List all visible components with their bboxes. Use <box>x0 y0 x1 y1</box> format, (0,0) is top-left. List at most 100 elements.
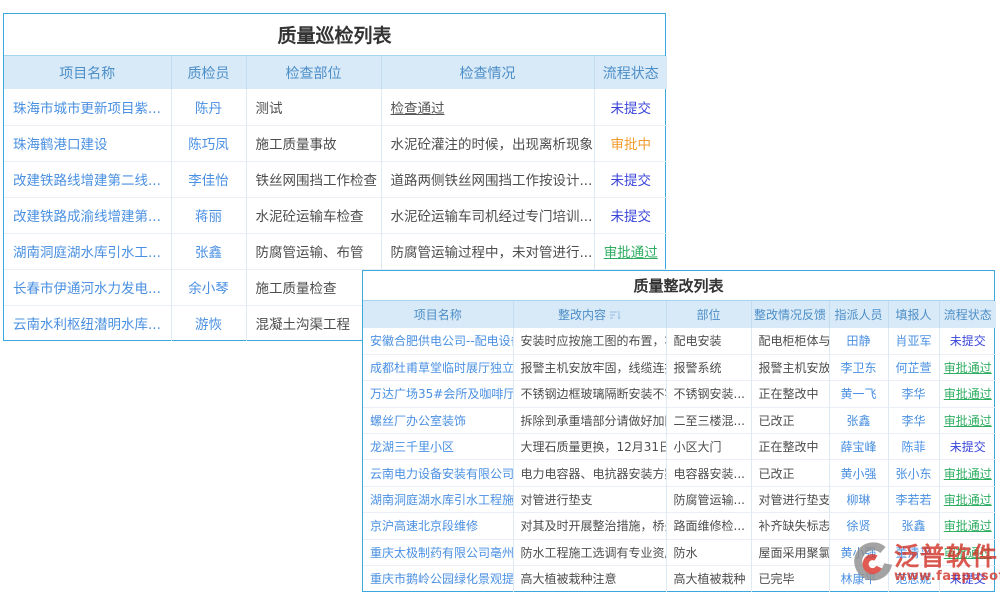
inspector-link[interactable]: 陈丹 <box>171 89 246 125</box>
col-header-project: 项目名称 <box>363 301 513 328</box>
reporter-link[interactable]: 李华 <box>888 381 939 407</box>
project-name-link[interactable]: 京沪高速北京段维修 <box>363 513 513 539</box>
reporter-link[interactable]: 董清平 <box>888 539 939 565</box>
rectify-feedback: 已完毕 <box>751 566 829 592</box>
reporter-link[interactable]: 李华 <box>888 407 939 433</box>
rectify-content: 不锈钢边框玻璃隔断安装不牢... <box>513 381 666 407</box>
rectify-feedback: 屋面采用聚氯... <box>751 539 829 565</box>
table-row: 重庆太极制药有限公司亳州中... 防水工程施工选调有专业资质... 防水 屋面采… <box>363 539 996 565</box>
rectify-content: 拆除到承重墙部分请做好加固... <box>513 407 666 433</box>
project-name-link[interactable]: 长春市伊通河水力发电... <box>4 269 171 305</box>
rectify-feedback: 已改正 <box>751 407 829 433</box>
status-badge[interactable]: 审批中 <box>594 125 667 161</box>
col-header-inspector: 质检员 <box>171 56 246 89</box>
rectify-part: 防水 <box>666 539 751 565</box>
inspector-link[interactable]: 余小琴 <box>171 269 246 305</box>
inspection-part: 铁丝网围挡工作检查 <box>246 161 381 197</box>
project-name-link[interactable]: 改建铁路成渝线增建第... <box>4 197 171 233</box>
project-name-link[interactable]: 成都杜甫草堂临时展厅独立展... <box>363 354 513 380</box>
table-row: 螺丝厂办公室装饰 拆除到承重墙部分请做好加固... 二至三楼混... 已改正 张… <box>363 407 996 433</box>
status-badge[interactable]: 未提交 <box>594 161 667 197</box>
col-header-part: 检查部位 <box>246 56 381 89</box>
status-badge[interactable]: 审批通过 <box>939 407 996 433</box>
assignee-link[interactable]: 徐贤 <box>829 513 888 539</box>
col-header-reporter: 填报人 <box>888 301 939 328</box>
project-name-link[interactable]: 湖南洞庭湖水库引水工... <box>4 233 171 269</box>
status-badge[interactable]: 审批通过 <box>594 233 667 269</box>
table-row: 安徽合肥供电公司--配电设备... 安装时应按施工图的布置，将... 配电安装 … <box>363 328 996 354</box>
inspection-part: 水泥砼运输车检查 <box>246 197 381 233</box>
rectify-feedback: 补齐缺失标志... <box>751 513 829 539</box>
rectify-content: 安装时应按施工图的布置，将... <box>513 328 666 354</box>
project-name-link[interactable]: 重庆市鹅岭公园绿化景观提升... <box>363 566 513 592</box>
assignee-link[interactable]: 柳琳 <box>829 486 888 512</box>
project-name-link[interactable]: 龙湖三千里小区 <box>363 434 513 460</box>
table-row: 珠海鹤港口建设 陈巧凤 施工质量事故 水泥砼灌注的时候，出现离析现象 审批中 <box>4 125 667 161</box>
project-name-link[interactable]: 珠海鹤港口建设 <box>4 125 171 161</box>
status-badge[interactable]: 未提交 <box>594 89 667 125</box>
reporter-link[interactable]: 张鑫 <box>888 513 939 539</box>
rectify-content: 对管进行垫支 <box>513 486 666 512</box>
inspector-link[interactable]: 游恢 <box>171 305 246 341</box>
assignee-link[interactable]: 李卫东 <box>829 354 888 380</box>
project-name-link[interactable]: 湖南洞庭湖水库引水工程施工标 <box>363 486 513 512</box>
inspection-situation: 水泥砼运输车司机经过专门培训... <box>381 197 594 233</box>
table-row: 万达广场35#会所及咖啡厅空... 不锈钢边框玻璃隔断安装不牢... 不锈钢安装… <box>363 381 996 407</box>
project-name-link[interactable]: 云南水利枢纽潜明水库... <box>4 305 171 341</box>
assignee-link[interactable]: 薛宝峰 <box>829 434 888 460</box>
inspection-part: 防腐管运输、布管 <box>246 233 381 269</box>
reporter-link[interactable]: 陈菲 <box>888 434 939 460</box>
assignee-link[interactable]: 黄一飞 <box>829 381 888 407</box>
inspection-situation[interactable]: 检查通过 <box>381 89 594 125</box>
rectify-feedback: 正在整改中 <box>751 381 829 407</box>
assignee-link[interactable]: 田静 <box>829 328 888 354</box>
status-badge[interactable]: 审批通过 <box>939 486 996 512</box>
inspection-situation: 水泥砼灌注的时候，出现离析现象 <box>381 125 594 161</box>
inspector-link[interactable]: 李佳怡 <box>171 161 246 197</box>
table-row: 重庆市鹅岭公园绿化景观提升... 高大植被栽种注意 高大植被栽种 已完毕 林康平… <box>363 566 996 592</box>
status-badge[interactable]: 审批通过 <box>939 460 996 486</box>
status-badge[interactable]: 未提交 <box>939 328 996 354</box>
assignee-link[interactable]: 黄小强 <box>829 539 888 565</box>
reporter-link[interactable]: 李若若 <box>888 486 939 512</box>
rectify-part: 电容器安装... <box>666 460 751 486</box>
project-name-link[interactable]: 云南电力设备安装有限公司20... <box>363 460 513 486</box>
project-name-link[interactable]: 螺丝厂办公室装饰 <box>363 407 513 433</box>
status-badge[interactable]: 审批通过 <box>939 354 996 380</box>
sort-icon[interactable] <box>610 310 621 320</box>
inspector-link[interactable]: 陈巧凤 <box>171 125 246 161</box>
rectification-list-title: 质量整改列表 <box>363 271 994 301</box>
col-header-situation: 检查情况 <box>381 56 594 89</box>
status-badge[interactable]: 审批通过 <box>939 513 996 539</box>
assignee-link[interactable]: 张鑫 <box>829 407 888 433</box>
table-row: 成都杜甫草堂临时展厅独立展... 报警主机安放牢固，线缆连接... 报警系统 报… <box>363 354 996 380</box>
project-name-link[interactable]: 改建铁路线增建第二线... <box>4 161 171 197</box>
col-header-content[interactable]: 整改内容 <box>513 301 666 328</box>
rectify-content: 防水工程施工选调有专业资质... <box>513 539 666 565</box>
reporter-link[interactable]: 何芷萱 <box>888 354 939 380</box>
project-name-link[interactable]: 重庆太极制药有限公司亳州中... <box>363 539 513 565</box>
inspection-header-row: 项目名称 质检员 检查部位 检查情况 流程状态 <box>4 56 667 89</box>
rectify-part: 配电安装 <box>666 328 751 354</box>
inspector-link[interactable]: 蒋丽 <box>171 197 246 233</box>
status-badge[interactable]: 未提交 <box>939 566 996 592</box>
table-row: 珠海市城市更新项目紫... 陈丹 测试 检查通过 未提交 <box>4 89 667 125</box>
reporter-link[interactable]: 张小东 <box>888 460 939 486</box>
rectify-part: 防腐管运输... <box>666 486 751 512</box>
status-badge[interactable]: 未提交 <box>594 197 667 233</box>
assignee-link[interactable]: 林康平 <box>829 566 888 592</box>
col-header-part: 部位 <box>666 301 751 328</box>
col-header-status: 流程状态 <box>939 301 996 328</box>
project-name-link[interactable]: 珠海市城市更新项目紫... <box>4 89 171 125</box>
assignee-link[interactable]: 黄小强 <box>829 460 888 486</box>
table-row: 云南电力设备安装有限公司20... 电力电容器、电抗器安装方案... 电容器安装… <box>363 460 996 486</box>
reporter-link[interactable]: 范思妮 <box>888 566 939 592</box>
status-badge[interactable]: 审批通过 <box>939 381 996 407</box>
reporter-link[interactable]: 肖亚军 <box>888 328 939 354</box>
status-badge[interactable]: 审批通过 <box>939 539 996 565</box>
inspector-link[interactable]: 张鑫 <box>171 233 246 269</box>
col-header-project: 项目名称 <box>4 56 171 89</box>
status-badge[interactable]: 未提交 <box>939 434 996 460</box>
project-name-link[interactable]: 万达广场35#会所及咖啡厅空... <box>363 381 513 407</box>
project-name-link[interactable]: 安徽合肥供电公司--配电设备... <box>363 328 513 354</box>
